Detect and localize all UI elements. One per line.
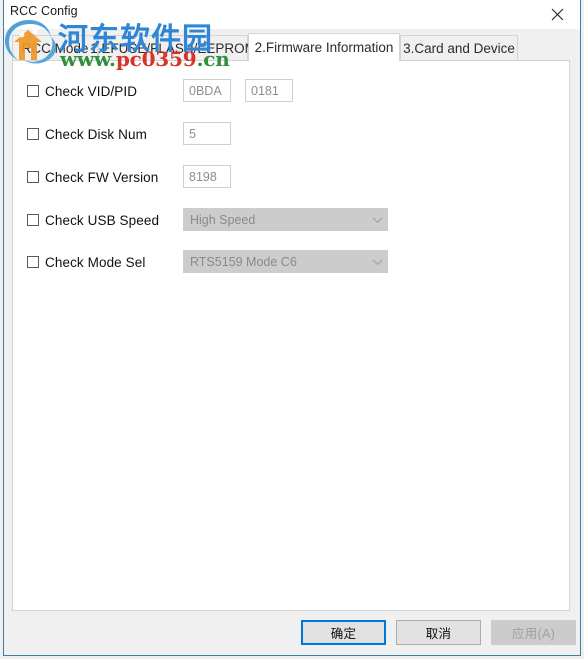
apply-button-label: 应用(A) (511, 627, 556, 641)
rcc-config-window: RCC Config RCC Mode 1.EFUSE/FLASH/EEPROM… (0, 0, 584, 659)
mode-sel-value: RTS5159 Mode C6 (190, 254, 297, 269)
checkbox-check-mode-sel[interactable]: Check Mode Sel (27, 250, 145, 274)
tab-label: 2.Firmware Information (254, 40, 394, 55)
checkbox-check-fw-version[interactable]: Check FW Version (27, 165, 158, 189)
row-usb-speed: Check USB Speed High Speed (13, 208, 569, 232)
checkbox-label: Check Disk Num (45, 126, 147, 142)
pid-field[interactable]: 0181 (245, 79, 293, 102)
firmware-information-panel: Check VID/PID 0BDA 0181 Check Disk Num 5 (12, 60, 570, 611)
row-fw-version: Check FW Version 8198 (13, 165, 569, 189)
chevron-down-icon (367, 216, 387, 224)
vid-field-value: 0BDA (189, 83, 222, 98)
chevron-down-icon (367, 258, 387, 266)
usb-speed-value: High Speed (190, 212, 256, 227)
checkbox-label: Check FW Version (45, 169, 159, 185)
disk-num-field[interactable]: 5 (183, 122, 231, 145)
tab-label: 3.Card and Device (403, 41, 515, 56)
close-button[interactable] (535, 0, 580, 29)
dialog-footer: 确定 取消 应用(A) (4, 612, 580, 655)
tab-card-and-device[interactable]: 3.Card and Device (400, 35, 518, 61)
ok-button-label: 确定 (330, 627, 357, 641)
checkbox-box-icon (27, 128, 39, 140)
row-mode-sel: Check Mode Sel RTS5159 Mode C6 (13, 250, 569, 274)
tab-label: RCC Mode (21, 41, 89, 56)
cancel-button[interactable]: 取消 (396, 620, 481, 645)
tab-strip: RCC Mode 1.EFUSE/FLASH/EEPROM 2.Firmware… (12, 33, 570, 62)
checkbox-box-icon (27, 214, 39, 226)
checkbox-check-usb-speed[interactable]: Check USB Speed (27, 208, 159, 232)
mode-sel-select[interactable]: RTS5159 Mode C6 (183, 250, 388, 273)
checkbox-label: Check USB Speed (45, 212, 160, 228)
checkbox-box-icon (27, 85, 39, 97)
tab-firmware-information[interactable]: 2.Firmware Information (248, 33, 400, 62)
pid-field-value: 0181 (251, 83, 279, 98)
checkbox-label: Check VID/PID (45, 83, 138, 99)
checkbox-label: Check Mode Sel (45, 254, 146, 270)
disk-num-field-value: 5 (189, 126, 196, 141)
close-x-icon (551, 8, 564, 21)
tab-efuse-flash-eeprom[interactable]: 1.EFUSE/FLASH/EEPROM (90, 35, 256, 61)
title-bar: RCC Config (4, 0, 580, 29)
checkbox-check-vid-pid[interactable]: Check VID/PID (27, 79, 137, 103)
tab-label: 1.EFUSE/FLASH/EEPROM (90, 41, 256, 56)
apply-button: 应用(A) (491, 620, 576, 645)
ok-button[interactable]: 确定 (301, 620, 386, 645)
cancel-button-label: 取消 (425, 627, 452, 641)
checkbox-box-icon (27, 256, 39, 268)
fw-version-field-value: 8198 (189, 169, 217, 184)
row-vid-pid: Check VID/PID 0BDA 0181 (13, 79, 569, 103)
row-disk-num: Check Disk Num 5 (13, 122, 569, 146)
usb-speed-select[interactable]: High Speed (183, 208, 388, 231)
tab-rcc-mode[interactable]: RCC Mode (12, 35, 98, 61)
checkbox-check-disk-num[interactable]: Check Disk Num (27, 122, 147, 146)
checkbox-box-icon (27, 171, 39, 183)
window-title: RCC Config (10, 4, 78, 18)
vid-field[interactable]: 0BDA (183, 79, 231, 102)
fw-version-field[interactable]: 8198 (183, 165, 231, 188)
